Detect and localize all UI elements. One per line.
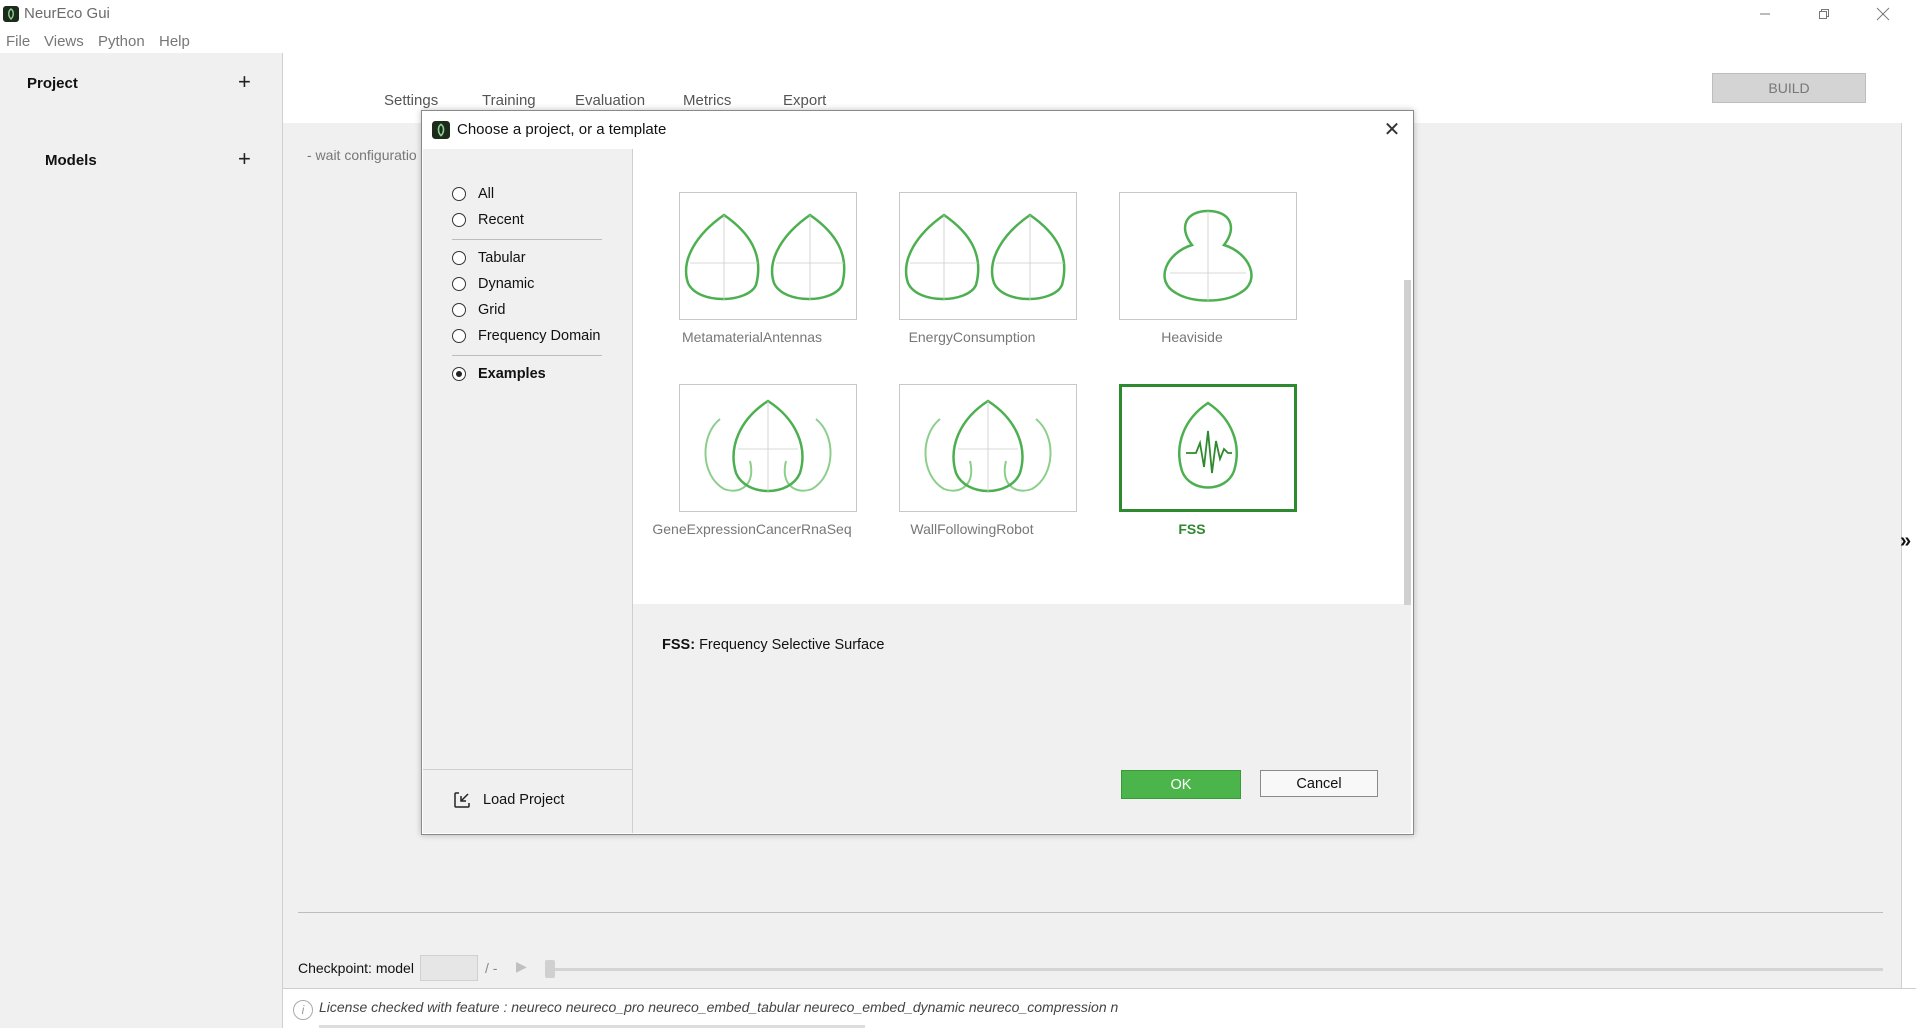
restore-button[interactable]	[1801, 0, 1847, 28]
template-card-metamaterialantennas[interactable]	[679, 192, 857, 320]
twin-leaves-icon	[904, 213, 1066, 301]
checkpoint-slider-track[interactable]	[545, 968, 1883, 971]
load-separator	[423, 769, 632, 770]
add-project-button[interactable]: +	[238, 71, 251, 93]
filter-label: Recent	[478, 212, 524, 228]
checkpoint-slider-handle[interactable]	[545, 960, 555, 978]
twin-leaves-icon	[684, 213, 846, 301]
filter-panel: All Recent Tabular Dynamic Grid Frequenc…	[423, 149, 633, 833]
restore-icon	[1819, 9, 1829, 19]
heaviside-shape-icon	[1163, 209, 1253, 302]
triple-leaves-icon	[924, 399, 1052, 493]
license-status-text: License checked with feature : neureco n…	[319, 999, 1119, 1015]
filter-label: Frequency Domain	[478, 328, 601, 344]
template-card-heaviside[interactable]	[1119, 192, 1297, 320]
log-text: - wait configuratio	[307, 147, 417, 163]
dialog-title: Choose a project, or a template	[457, 121, 667, 138]
radio-icon[interactable]	[452, 187, 466, 201]
template-card-geneexpression[interactable]	[679, 384, 857, 512]
add-model-button[interactable]: +	[238, 148, 251, 170]
tab-training[interactable]: Training	[482, 92, 536, 109]
ok-button[interactable]: OK	[1121, 770, 1241, 799]
tab-metrics[interactable]: Metrics	[683, 92, 731, 109]
tab-settings[interactable]: Settings	[384, 92, 438, 109]
template-grid-scrollbar[interactable]	[1404, 280, 1411, 605]
template-label: Heaviside	[1161, 329, 1223, 345]
radio-icon[interactable]	[452, 213, 466, 227]
leaf-waveform-icon	[1178, 401, 1238, 489]
template-label: EnergyConsumption	[908, 329, 1036, 345]
radio-icon[interactable]	[452, 251, 466, 265]
filter-examples[interactable]: Examples	[452, 366, 546, 382]
sidebar	[0, 53, 283, 1028]
description-value: Frequency Selective Surface	[699, 637, 885, 653]
menu-file[interactable]: File	[6, 33, 30, 50]
load-project-icon[interactable]	[453, 791, 471, 809]
filter-label: Dynamic	[478, 276, 535, 292]
template-label: GeneExpressionCancerRnaSeq	[652, 521, 852, 537]
template-card-fss[interactable]	[1119, 384, 1297, 512]
close-button[interactable]	[1860, 0, 1906, 28]
play-icon[interactable]: ▶	[516, 958, 527, 975]
build-button[interactable]: BUILD	[1712, 73, 1866, 103]
close-icon	[1876, 7, 1890, 21]
filter-recent[interactable]: Recent	[452, 212, 524, 228]
checkpoint-input[interactable]	[420, 955, 478, 981]
filter-label: Tabular	[478, 250, 526, 266]
radio-selected-icon[interactable]	[452, 367, 466, 381]
filter-label: Examples	[478, 366, 546, 382]
radio-icon[interactable]	[452, 329, 466, 343]
dialog-close-button[interactable]: ✕	[1380, 117, 1404, 141]
models-label: Models	[45, 152, 97, 169]
menu-python[interactable]: Python	[98, 33, 145, 50]
load-project-button[interactable]: Load Project	[483, 792, 564, 808]
filter-grid[interactable]: Grid	[452, 302, 505, 318]
app-logo-icon	[432, 121, 450, 139]
app-logo-icon	[3, 6, 19, 22]
divider	[298, 912, 1883, 913]
minimize-icon	[1760, 13, 1770, 15]
radio-icon[interactable]	[452, 277, 466, 291]
radio-icon[interactable]	[452, 303, 466, 317]
template-label: WallFollowingRobot	[910, 521, 1034, 537]
tab-export[interactable]: Export	[783, 92, 826, 109]
filter-frequency-domain[interactable]: Frequency Domain	[452, 328, 601, 344]
checkpoint-label: Checkpoint: model	[298, 960, 414, 976]
template-grid: MetamaterialAntennas EnergyConsumption H…	[633, 149, 1411, 604]
template-label: MetamaterialAntennas	[681, 329, 823, 345]
right-panel-edge	[1901, 123, 1916, 988]
checkpoint-total: / -	[485, 960, 498, 976]
triple-leaves-icon	[704, 399, 832, 493]
menu-help[interactable]: Help	[159, 33, 190, 50]
template-label-selected: FSS	[1178, 521, 1206, 537]
info-icon: i	[293, 1000, 313, 1020]
minimize-button[interactable]	[1742, 0, 1788, 28]
filter-label: All	[478, 186, 495, 202]
filter-tabular[interactable]: Tabular	[452, 250, 526, 266]
filter-label: Grid	[478, 302, 506, 318]
filter-separator	[452, 239, 602, 240]
choose-project-dialog: Choose a project, or a template ✕ All Re…	[421, 110, 1414, 835]
description-key: FSS:	[662, 637, 696, 653]
menu-views[interactable]: Views	[44, 33, 84, 50]
tab-evaluation[interactable]: Evaluation	[575, 92, 645, 109]
filter-separator	[452, 355, 602, 356]
filter-all[interactable]: All	[452, 186, 494, 202]
title-bar	[0, 0, 1916, 28]
template-card-wallfollowingrobot[interactable]	[899, 384, 1077, 512]
template-card-energyconsumption[interactable]	[899, 192, 1077, 320]
template-description: FSS: Frequency Selective Surface	[662, 637, 884, 653]
window-title: NeurEco Gui	[24, 5, 110, 22]
expand-panel-button[interactable]: »	[1900, 530, 1911, 553]
project-label: Project	[27, 75, 78, 92]
cancel-button[interactable]: Cancel	[1260, 770, 1378, 797]
filter-dynamic[interactable]: Dynamic	[452, 276, 534, 292]
